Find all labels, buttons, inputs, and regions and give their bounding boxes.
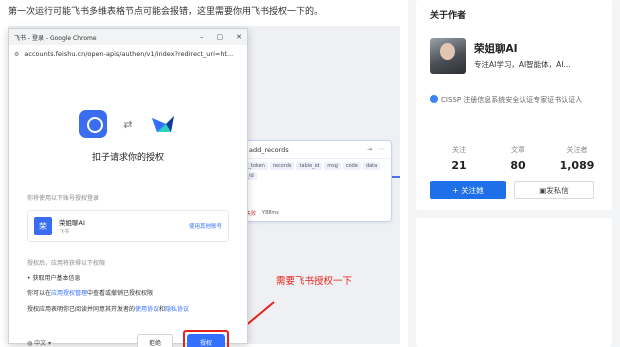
message-label: 发私信 — [546, 185, 569, 195]
note-text: 授权应用表明你已阅读并同意其开发者的 — [27, 306, 136, 314]
site-info-icon[interactable]: ⚙ — [14, 51, 19, 58]
language-select[interactable]: ◍ 中文 ▾ — [27, 338, 51, 347]
auth-panel: ⇄ 扣子请求你的授权 你将使用以下账号授权登录 荣 荣姐聊AI 飞书 使用其他账… — [9, 110, 247, 347]
chip: records — [269, 162, 295, 170]
stat-label: 关注 — [452, 146, 466, 154]
more-icon: ⇥ ⋯ — [367, 146, 386, 153]
coze-logo-icon — [79, 110, 108, 138]
author-name[interactable]: 荣姐聊AI — [474, 41, 518, 56]
stat-articles[interactable]: 文章 80 — [489, 145, 547, 172]
stat-label: 关注者 — [566, 146, 588, 154]
account-avatar: 荣 — [34, 217, 52, 235]
maximize-icon[interactable]: ▢ — [217, 33, 224, 41]
chip: code — [342, 162, 361, 170]
authorize-highlight: 授权 — [183, 330, 229, 347]
authorize-button[interactable]: 授权 — [187, 334, 225, 347]
article-area: 第一次运行可能飞书多维表格节点可能会报错，这里需要你用飞书授权一下的。 add_… — [0, 0, 408, 347]
manage-note: 你可以在应用授权管理中查看或撤销已授权权限 — [27, 290, 229, 298]
account-label: 你将使用以下账号授权登录 — [27, 195, 100, 202]
connector-line — [392, 176, 400, 178]
author-stats: 关注 21 文章 80 关注者 1,089 — [430, 145, 606, 172]
sidebar: 关于作者 荣姐聊AI 专注AI学习，AI智能体，AI... CISSP 注册信息… — [416, 0, 620, 347]
auth-buttons: 拒绝 授权 — [137, 330, 229, 347]
auth-title: 扣子请求你的授权 — [91, 153, 164, 163]
minimize-icon[interactable]: – — [200, 33, 204, 41]
note-text: 中查看或撤销已授权权限 — [87, 290, 154, 297]
chip: msg — [324, 162, 341, 170]
auth-footer: ◍ 中文 ▾ 拒绝 授权 — [27, 330, 229, 347]
address-url: accounts.feishu.cn/open-apis/authen/v1/i… — [24, 50, 234, 58]
stat-value: 80 — [510, 159, 526, 172]
permission-item: 获取用户基本信息 — [27, 273, 229, 282]
follow-button[interactable]: + 关注她 — [430, 181, 506, 199]
message-button[interactable]: ▣ 发私信 — [514, 181, 594, 199]
note-text: 你可以在 — [27, 290, 52, 297]
language-label: 中文 — [34, 339, 47, 347]
workflow-chip-row: app_token records table_id msg code data… — [231, 159, 391, 183]
swap-icon: ⇄ — [123, 117, 133, 131]
chat-icon: ▣ — [539, 185, 547, 195]
verified-icon — [430, 95, 438, 103]
author-card-title: 关于作者 — [430, 11, 467, 21]
browser-window: 飞书 - 登录 - Google Chrome – ▢ ✕ ⚙ accounts… — [8, 28, 248, 347]
author-avatar[interactable] — [430, 38, 466, 74]
stat-value: 1,089 — [559, 159, 595, 172]
window-controls: – ▢ ✕ — [200, 33, 242, 41]
account-sub: 飞书 — [59, 229, 70, 235]
app-logos: ⇄ — [27, 110, 229, 138]
switch-account-link[interactable]: 使用其他账号 — [189, 222, 222, 230]
hint-text: 需要飞书授权一下 — [276, 276, 353, 287]
chip: table_id — [296, 162, 323, 170]
workflow-status-detail: Y88ms — [262, 210, 279, 216]
browser-title: 飞书 - 登录 - Google Chrome — [14, 34, 97, 42]
workflow-node: add_records ⇥ ⋯ app_token records table_… — [230, 140, 392, 222]
page: 第一次运行可能飞书多维表格节点可能会报错，这里需要你用飞书授权一下的。 add_… — [0, 0, 620, 347]
privacy-link[interactable]: 隐私协议 — [165, 306, 189, 313]
stat-followers[interactable]: 关注者 1,089 — [548, 145, 606, 172]
account-name: 荣姐聊AI — [59, 219, 85, 227]
agreement-note: 授权应用表明你已阅读并同意其开发者的使用协议和隐私协议 — [27, 306, 229, 314]
cert-text: CISSP 注册信息系统安全认证专家证书认证人 — [441, 96, 583, 104]
auth-manage-link[interactable]: 应用授权管理 — [51, 290, 87, 297]
browser-titlebar: 飞书 - 登录 - Google Chrome – ▢ ✕ — [9, 29, 247, 45]
terms-link[interactable]: 使用协议 — [135, 306, 159, 313]
account-info: 荣姐聊AI 飞书 — [59, 217, 85, 235]
stat-following[interactable]: 关注 21 — [430, 145, 488, 172]
workflow-node-header: add_records ⇥ ⋯ — [231, 141, 391, 159]
feishu-logo-icon — [149, 110, 177, 138]
intro-text: 第一次运行可能飞书多维表格节点可能会报错，这里需要你用飞书授权一下的。 — [8, 7, 324, 17]
sidebar-card — [416, 218, 612, 347]
stat-label: 文章 — [511, 146, 525, 154]
stat-value: 21 — [451, 159, 467, 172]
reject-button[interactable]: 拒绝 — [137, 334, 173, 347]
address-bar[interactable]: ⚙ accounts.feishu.cn/open-apis/authen/v1… — [14, 46, 242, 62]
close-icon[interactable]: ✕ — [236, 33, 242, 41]
permission-label: 授权后，应用将获得以下权限 — [27, 260, 106, 267]
chip: data — [362, 162, 381, 170]
workflow-node-title: add_records — [249, 145, 289, 154]
author-card: 关于作者 荣姐聊AI 专注AI学习，AI智能体，AI... CISSP 注册信息… — [416, 0, 612, 210]
author-cert: CISSP 注册信息系统安全认证专家证书认证人 — [430, 95, 600, 106]
author-desc: 专注AI学习，AI智能体，AI... — [474, 60, 571, 69]
account-card: 荣 荣姐聊AI 飞书 使用其他账号 — [27, 210, 229, 242]
